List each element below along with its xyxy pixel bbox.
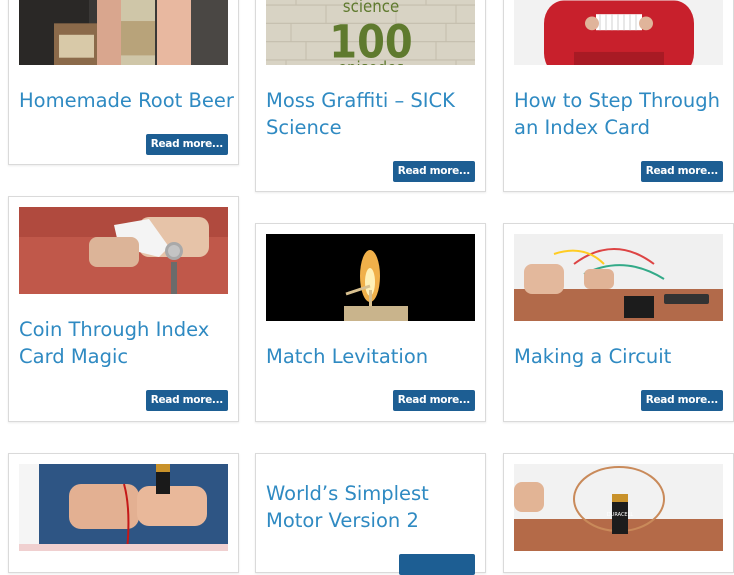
card-title[interactable]: World’s Simplest Motor Version 2 (266, 480, 481, 534)
read-more-button[interactable]: Read more... (640, 390, 723, 411)
thumbnail-battery-hands[interactable] (19, 464, 228, 551)
card-worlds-simplest-motor: World’s Simplest Motor Version 2 (255, 453, 486, 575)
thumbnail-moss-graffiti[interactable]: science 100 episodes (266, 0, 475, 65)
thumbnail-root-beer[interactable] (19, 0, 228, 65)
read-more-button[interactable]: Read more... (392, 161, 475, 182)
card-title[interactable]: Moss Graffiti – SICK Science (266, 87, 481, 141)
card-title[interactable]: Making a Circuit (514, 343, 729, 370)
card-title[interactable]: Homemade Root Beer (19, 87, 234, 114)
card-row3-left (8, 453, 239, 573)
read-more-button[interactable]: Read more... (640, 161, 723, 182)
card-row3-right: DURACELL (503, 453, 734, 573)
thumbnail-making-circuit[interactable] (514, 234, 723, 321)
card-step-through-index-card: How to Step Through an Index Card Read m… (503, 0, 734, 192)
card-title[interactable]: Match Levitation (266, 343, 481, 370)
thumbnail-coin-card[interactable] (19, 207, 228, 294)
read-more-button[interactable]: Read more... (392, 390, 475, 411)
card-title[interactable]: Coin Through Index Card Magic (19, 316, 234, 370)
moss-science-text: science (343, 0, 399, 16)
read-more-button[interactable]: Read more... (145, 390, 228, 411)
thumbnail-battery-wire[interactable]: DURACELL (514, 464, 723, 551)
thumbnail-match-levitation[interactable] (266, 234, 475, 321)
moss-episodes-text: episodes (338, 58, 404, 65)
read-more-button[interactable]: Read more... (145, 134, 228, 155)
card-coin-through-index-card: Coin Through Index Card Magic Read more.… (8, 196, 239, 422)
thumbnail-index-card[interactable] (514, 0, 723, 65)
card-homemade-root-beer: Homemade Root Beer Read more... (8, 0, 239, 165)
read-more-button[interactable] (399, 554, 475, 575)
card-match-levitation: Match Levitation Read more... (255, 223, 486, 422)
card-title[interactable]: How to Step Through an Index Card (514, 87, 729, 141)
card-moss-graffiti: science 100 episodes Moss Graffiti – SIC… (255, 0, 486, 192)
battery-brand-text: DURACELL (607, 512, 634, 518)
card-making-a-circuit: Making a Circuit Read more... (503, 223, 734, 422)
